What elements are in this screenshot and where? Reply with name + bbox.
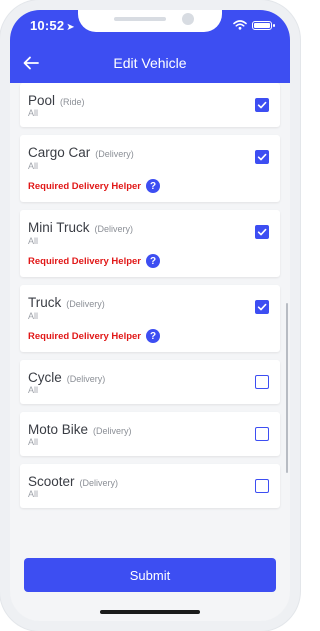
vehicle-name: Mini Truck (Delivery) <box>28 220 133 235</box>
vehicle-card[interactable]: Mini Truck (Delivery) All Required Delivery… <box>20 210 280 277</box>
vehicle-type: (Delivery) <box>93 426 132 436</box>
vehicle-subtitle: All <box>28 108 39 118</box>
home-indicator <box>100 610 200 614</box>
vehicle-checkbox[interactable] <box>255 98 269 112</box>
vehicle-list[interactable]: Pool (Ride) All Cargo Car (Delivery) All Requi… <box>10 83 290 551</box>
vehicle-checkbox[interactable] <box>255 150 269 164</box>
vehicle-type: (Delivery) <box>66 374 106 384</box>
vehicle-name: Pool (Ride) <box>28 93 85 108</box>
vehicle-checkbox[interactable] <box>255 375 269 389</box>
vehicle-checkbox[interactable] <box>255 479 269 493</box>
status-bar: 10:52 ➤ <box>10 10 290 46</box>
required-helper-link[interactable]: Required Delivery Helper? <box>28 329 160 343</box>
vehicle-name: Moto Bike (Delivery) <box>28 422 132 437</box>
vehicle-name-text: Truck <box>28 295 62 310</box>
phone-frame: 10:52 ➤ Edit Vehicle Pool (Ride) All Carg <box>0 0 300 631</box>
vehicle-subtitle: All <box>28 385 39 395</box>
vehicle-name: Cargo Car (Delivery) <box>28 145 134 160</box>
page-title: Edit Vehicle <box>113 55 187 71</box>
wifi-icon <box>233 20 247 30</box>
vehicle-checkbox[interactable] <box>255 427 269 441</box>
check-icon <box>257 303 267 311</box>
vehicle-name: Cycle (Delivery) <box>28 370 105 385</box>
vehicle-name: Scooter (Delivery) <box>28 474 118 489</box>
vehicle-card[interactable]: Pool (Ride) All <box>20 83 280 127</box>
vehicle-name-text: Pool <box>28 93 56 108</box>
location-arrow-icon: ➤ <box>66 22 75 33</box>
status-icons <box>233 20 275 30</box>
vehicle-subtitle: All <box>28 437 39 447</box>
help-icon[interactable]: ? <box>146 179 160 193</box>
vehicle-name-text: Moto Bike <box>28 422 89 437</box>
battery-icon <box>252 20 275 30</box>
vehicle-card[interactable]: Cycle (Delivery) All <box>20 360 280 404</box>
vehicle-type: (Delivery) <box>95 149 134 159</box>
vehicle-type: (Delivery) <box>94 224 134 234</box>
scrollbar[interactable] <box>286 303 288 473</box>
vehicle-card[interactable]: Scooter (Delivery) All <box>20 464 280 508</box>
vehicle-name: Truck (Delivery) <box>28 295 105 310</box>
required-helper-text: Required Delivery Helper <box>28 330 141 342</box>
submit-button[interactable]: Submit <box>24 558 276 592</box>
vehicle-name-text: Cycle <box>28 370 62 385</box>
vehicle-card[interactable]: Truck (Delivery) All Required Delivery Help… <box>20 285 280 352</box>
check-icon <box>257 228 267 236</box>
check-icon <box>257 101 267 109</box>
vehicle-checkbox[interactable] <box>255 225 269 239</box>
vehicle-type: (Delivery) <box>79 478 119 488</box>
required-helper-link[interactable]: Required Delivery Helper? <box>28 254 160 268</box>
required-helper-text: Required Delivery Helper <box>28 255 141 267</box>
notch <box>78 10 222 32</box>
camera <box>182 13 194 25</box>
status-time-text: 10:52 <box>30 18 65 33</box>
app-header: Edit Vehicle <box>10 46 290 83</box>
help-icon[interactable]: ? <box>146 254 160 268</box>
vehicle-name-text: Mini Truck <box>28 220 90 235</box>
vehicle-subtitle: All <box>28 161 39 171</box>
vehicle-subtitle: All <box>28 311 39 321</box>
vehicle-subtitle: All <box>28 489 39 499</box>
status-time: 10:52 ➤ <box>30 18 75 33</box>
vehicle-checkbox[interactable] <box>255 300 269 314</box>
vehicle-type: (Ride) <box>60 97 85 107</box>
vehicle-card[interactable]: Cargo Car (Delivery) All Required Delivery … <box>20 135 280 202</box>
vehicle-name-text: Scooter <box>28 474 75 489</box>
vehicle-type: (Delivery) <box>66 299 105 309</box>
vehicle-card[interactable]: Moto Bike (Delivery) All <box>20 412 280 456</box>
required-helper-link[interactable]: Required Delivery Helper? <box>28 179 160 193</box>
vehicle-subtitle: All <box>28 236 39 246</box>
speaker <box>114 17 166 21</box>
help-icon[interactable]: ? <box>146 329 160 343</box>
vehicle-name-text: Cargo Car <box>28 145 91 160</box>
check-icon <box>257 153 267 161</box>
screen: 10:52 ➤ Edit Vehicle Pool (Ride) All Carg <box>10 10 290 621</box>
required-helper-text: Required Delivery Helper <box>28 180 141 192</box>
